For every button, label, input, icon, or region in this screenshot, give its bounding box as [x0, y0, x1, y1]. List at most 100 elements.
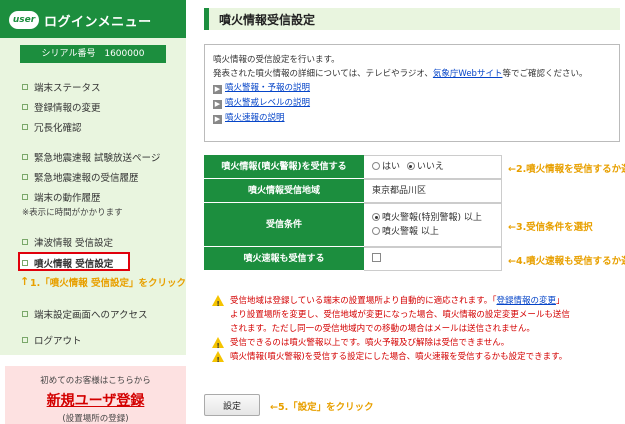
bullet-icon — [22, 194, 28, 200]
receive-no-radio[interactable] — [406, 162, 415, 170]
receive-yes-radio[interactable] — [372, 162, 380, 170]
bullet-icon — [22, 337, 28, 343]
area-value: 東京都品川区 — [364, 179, 502, 203]
note-receivable-text: 受信できるのは噴火警報以上です。噴火予報及び解除は受信できません。 — [230, 338, 510, 348]
sidebar-item-eew-history[interactable]: 緊急地震速報の受信履歴 — [22, 170, 139, 184]
quick-checkbox[interactable] — [372, 253, 381, 262]
arrow-right-icon: ▶ — [213, 100, 222, 109]
info-box: 噴火情報の受信設定を行います。 発表された噴火情報の詳細については、テレビやラジ… — [204, 44, 620, 142]
bullet-icon — [22, 239, 28, 245]
info-details-suffix: 等でご確認ください。 — [502, 69, 588, 79]
notes: 受信地域は登録している端末の設置場所より自動的に適応されます。「登録情報の変更」… — [212, 294, 622, 367]
user-logo-icon: user — [9, 11, 39, 29]
area-label: 噴火情報受信地域 — [204, 179, 364, 203]
condition-special-radio[interactable] — [372, 213, 380, 221]
new-user-panel: 初めてのお客様はこちらから 新規ユーザ登録 (設置場所の登録) — [5, 366, 186, 424]
row-receive: 噴火情報(噴火警報)を受信する はい いいえ — [204, 155, 502, 179]
sidebar-item-label: 緊急地震速報 試験放送ページ — [34, 153, 161, 164]
note-area-text: 受信地域は登録している端末の設置場所より自動的に適応されます。「 — [230, 296, 497, 306]
info-link-item[interactable]: ▶ 噴火警報・予報の説明 — [213, 81, 611, 96]
new-user-register-link[interactable]: 新規ユーザ登録 — [5, 390, 186, 410]
sidebar-item-tsunami-settings[interactable]: 津波情報 受信設定 — [22, 235, 113, 249]
condition-warning-radio[interactable] — [372, 227, 380, 235]
new-user-subcaption: (設置場所の登録) — [62, 414, 129, 424]
quick-options — [364, 247, 502, 271]
operation-history-note: ※表示に時間がかかります — [22, 208, 123, 218]
info-intro: 噴火情報の受信設定を行います。 — [213, 55, 340, 65]
warning-icon — [212, 351, 224, 367]
page-title-bar: 噴火情報受信設定 — [204, 8, 620, 30]
sidebar-item-redundancy-check[interactable]: 冗長化確認 — [22, 120, 82, 134]
sidebar: user ログインメニュー シリアル番号 1600000 端末ステータス 登録情… — [0, 0, 186, 424]
sidebar-item-terminal-status[interactable]: 端末ステータス — [22, 80, 101, 94]
condition-options: 噴火警報(特別警報) 以上 噴火警報 以上 — [364, 203, 502, 247]
note-area: 受信地域は登録している端末の設置場所より自動的に適応されます。「登録情報の変更」… — [212, 294, 622, 336]
sidebar-item-eew-test[interactable]: 緊急地震速報 試験放送ページ — [22, 150, 160, 164]
condition-special-label: 噴火警報(特別警報) 以上 — [382, 213, 482, 223]
page-title: 噴火情報受信設定 — [219, 13, 316, 27]
callout-step-5: ←5.「設定」をクリック — [270, 402, 374, 413]
callout-step-2: ←2.噴火情報を受信するか選択 — [508, 164, 625, 175]
login-menu-title: ログインメニュー — [44, 15, 152, 30]
eruption-flash-link[interactable]: 噴火速報の説明 — [225, 113, 285, 123]
sidebar-item-label: 冗長化確認 — [34, 123, 82, 134]
sidebar-header: user ログインメニュー — [0, 0, 186, 38]
receive-no-label: いいえ — [416, 162, 444, 172]
serial-number: シリアル番号 1600000 — [20, 45, 166, 63]
sidebar-item-registration-change[interactable]: 登録情報の変更 — [22, 100, 101, 114]
receive-yes-label: はい — [382, 162, 401, 172]
note-receivable: 受信できるのは噴火警報以上です。噴火予報及び解除は受信できません。 — [212, 336, 622, 353]
row-area: 噴火情報受信地域 東京都品川区 — [204, 179, 502, 203]
registration-change-link[interactable]: 登録情報の変更 — [496, 296, 556, 306]
warning-icon — [212, 337, 224, 353]
note-area-text-2: より設置場所を変更し、受信地域が変更になった場合、噴火情報の設定変更メールも送信 — [230, 310, 570, 320]
sidebar-item-label: 端末の動作履歴 — [34, 193, 101, 204]
serial-label: シリアル番号 — [41, 49, 96, 59]
quick-label: 噴火速報も受信する — [204, 247, 364, 271]
info-details: 発表された噴火情報の詳細については、テレビやラジオ、気象庁Webサイト等でご確認… — [213, 67, 611, 81]
eruption-warning-link[interactable]: 噴火警報・予報の説明 — [225, 83, 310, 93]
callout-step-4: ←4.噴火速報も受信するか選択 — [508, 256, 625, 267]
note-flash: 噴火情報(噴火警報)を受信する設定にした場合、噴火速報を受信するかも設定できます… — [212, 350, 622, 367]
info-link-item[interactable]: ▶ 噴火速報の説明 — [213, 111, 611, 126]
note-flash-text: 噴火情報(噴火警報)を受信する設定にした場合、噴火速報を受信するかも設定できます… — [230, 352, 568, 362]
serial-value: 1600000 — [104, 49, 145, 59]
sidebar-item-label: 登録情報の変更 — [34, 103, 101, 114]
receive-label: 噴火情報(噴火警報)を受信する — [204, 155, 364, 179]
bullet-icon — [22, 311, 28, 317]
bullet-icon — [22, 124, 28, 130]
sidebar-item-label: 噴火情報 受信設定 — [34, 259, 114, 270]
submit-button[interactable]: 設定 — [204, 394, 260, 416]
sidebar-item-logout[interactable]: ログアウト — [22, 333, 82, 347]
alert-level-link[interactable]: 噴火警戒レベルの説明 — [225, 98, 310, 108]
callout-step-1: 1.「噴火情報 受信設定」をクリック — [30, 278, 187, 289]
bullet-icon — [22, 260, 28, 266]
row-condition: 受信条件 噴火警報(特別警報) 以上 噴火警報 以上 — [204, 203, 502, 247]
sidebar-item-label: ログアウト — [34, 336, 82, 347]
jma-website-link[interactable]: 気象庁Webサイト — [433, 69, 503, 79]
info-link-item[interactable]: ▶ 噴火警戒レベルの説明 — [213, 96, 611, 111]
sidebar-item-operation-history[interactable]: 端末の動作履歴 — [22, 190, 101, 204]
condition-warning-label: 噴火警報 以上 — [382, 227, 439, 237]
arrow-right-icon: ▶ — [213, 115, 222, 124]
bullet-icon — [22, 104, 28, 110]
sidebar-item-eruption-settings[interactable]: 噴火情報 受信設定 — [22, 256, 113, 270]
note-area-text-3: されます。ただし同一の受信地域内での移動の場合はメールは送信されません。 — [230, 324, 535, 334]
new-user-caption: 初めてのお客様はこちらから — [40, 376, 151, 386]
row-quick: 噴火速報も受信する — [204, 247, 502, 271]
note-area-close: 」 — [556, 296, 565, 306]
arrow-up-icon: ↑ — [20, 275, 30, 288]
sidebar-item-terminal-access[interactable]: 端末設定画面へのアクセス — [22, 307, 148, 321]
condition-label: 受信条件 — [204, 203, 364, 247]
callout-step-3: ←3.受信条件を選択 — [508, 222, 593, 233]
bullet-icon — [22, 174, 28, 180]
bullet-icon — [22, 84, 28, 90]
receive-options: はい いいえ — [364, 155, 502, 179]
sidebar-item-label: 緊急地震速報の受信履歴 — [34, 173, 139, 184]
warning-icon — [212, 295, 224, 311]
sidebar-item-label: 端末設定画面へのアクセス — [34, 310, 148, 321]
info-details-prefix: 発表された噴火情報の詳細については、テレビやラジオ、 — [213, 69, 433, 79]
bullet-icon — [22, 154, 28, 160]
sidebar-item-label: 端末ステータス — [34, 83, 101, 94]
arrow-right-icon: ▶ — [213, 85, 222, 94]
